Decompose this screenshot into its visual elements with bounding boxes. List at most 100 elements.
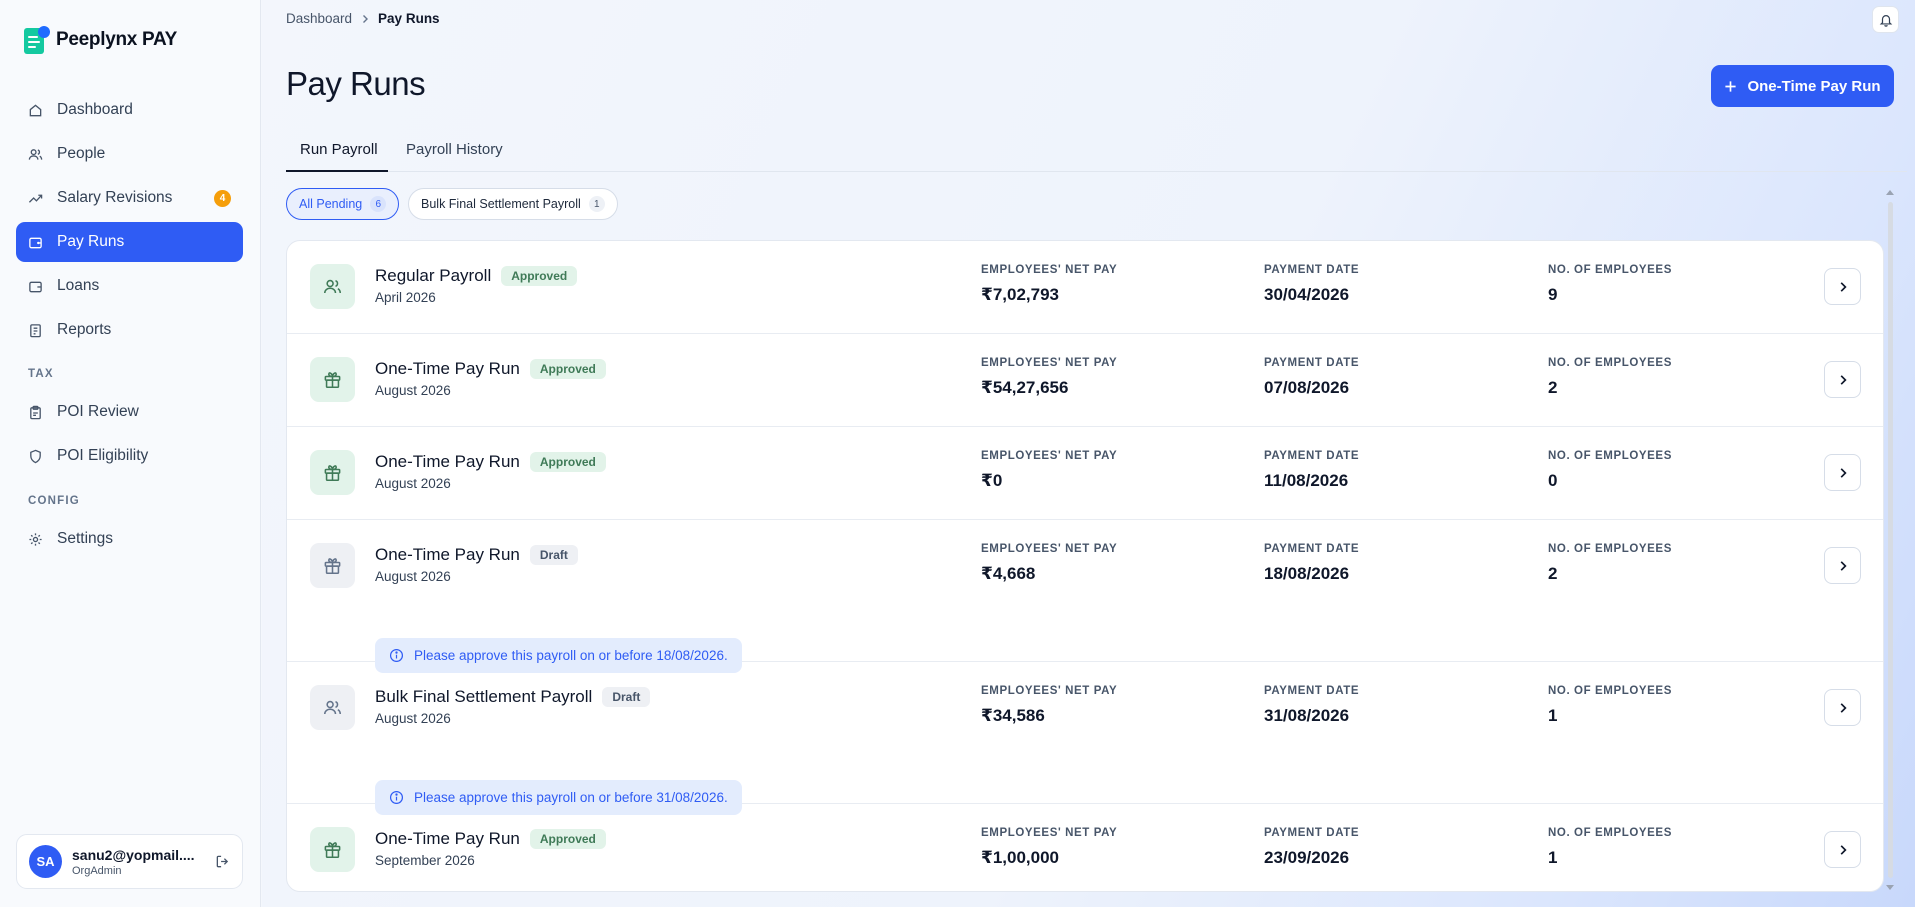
payment-date-column: PAYMENT DATE 31/08/2026 (1264, 685, 1359, 726)
payrun-row[interactable]: Regular Payroll Approved April 2026 EMPL… (287, 241, 1883, 334)
sidebar-item-loans[interactable]: Loans (16, 266, 243, 306)
employees-value: 0 (1548, 471, 1558, 490)
bell-icon (1879, 14, 1892, 27)
payrun-title: One-Time Pay Run Approved (375, 452, 606, 472)
user-info: sanu2@yopmail.... OrgAdmin (72, 847, 200, 877)
shield-icon (30, 449, 41, 463)
notifications-button[interactable] (1872, 6, 1899, 33)
tab-payroll-history[interactable]: Payroll History (406, 141, 503, 158)
sidebar-item-reports[interactable]: Reports (16, 310, 243, 350)
payrun-row[interactable]: Bulk Final Settlement Payroll Draft Augu… (287, 662, 1883, 815)
chevron-right-icon (1840, 702, 1847, 713)
avatar: SA (29, 845, 62, 878)
stat-label: EMPLOYEES' NET PAY (981, 827, 1118, 839)
payrun-row[interactable]: One-Time Pay Run Draft August 2026 EMPLO… (287, 520, 1883, 673)
employees-column: NO. OF EMPLOYEES 0 (1548, 450, 1672, 491)
employees-value: 2 (1548, 564, 1558, 583)
open-payrun-button[interactable] (1824, 361, 1861, 398)
net-pay-value: ₹54,27,656 (981, 378, 1069, 397)
sidebar-item-poi-review[interactable]: POI Review (16, 392, 243, 432)
payrun-row[interactable]: One-Time Pay Run Approved August 2026 EM… (287, 334, 1883, 427)
sidebar-item-people[interactable]: People (16, 134, 243, 174)
payment-date-column: PAYMENT DATE 07/08/2026 (1264, 357, 1359, 398)
net-pay-value: ₹7,02,793 (981, 285, 1060, 304)
payrun-name: One-Time Pay Run (375, 452, 520, 471)
scroll-down-arrow[interactable] (1886, 885, 1894, 890)
status-badge: Approved (529, 829, 606, 849)
filter-all-pending[interactable]: All Pending 6 (286, 188, 400, 220)
payrun-title: One-Time Pay Run Approved (375, 829, 606, 849)
gift-icon (324, 372, 341, 388)
employees-column: NO. OF EMPLOYEES 2 (1548, 357, 1672, 398)
employees-column: NO. OF EMPLOYEES 2 (1548, 543, 1672, 584)
open-payrun-button[interactable] (1824, 831, 1861, 868)
employees-column: NO. OF EMPLOYEES 1 (1548, 685, 1672, 726)
employees-column: NO. OF EMPLOYEES 1 (1548, 827, 1672, 868)
payment-date-column: PAYMENT DATE 18/08/2026 (1264, 543, 1359, 584)
payrun-title: Bulk Final Settlement Payroll Draft (375, 687, 651, 707)
chevron-right-icon (1840, 560, 1847, 571)
status-badge: Approved (529, 452, 606, 472)
payment-date-value: 11/08/2026 (1264, 471, 1349, 490)
filter-label: Bulk Final Settlement Payroll (421, 197, 581, 211)
payrun-name: One-Time Pay Run (375, 829, 520, 848)
sidebar-item-pay-runs[interactable]: Pay Runs (16, 222, 243, 262)
sidebar-item-settings[interactable]: Settings (16, 519, 243, 559)
sidebar: Peeplynx PAY Dashboard People Salary Rev… (0, 0, 261, 907)
chevron-right-icon (1840, 467, 1847, 478)
net-pay-value: ₹34,586 (981, 706, 1045, 725)
sidebar-item-label: POI Review (57, 403, 139, 420)
status-badge: Approved (529, 359, 606, 379)
net-pay-column: EMPLOYEES' NET PAY ₹34,586 (981, 685, 1117, 726)
sidebar-item-dashboard[interactable]: Dashboard (16, 90, 243, 130)
open-payrun-button[interactable] (1824, 454, 1861, 491)
breadcrumb-dashboard-link[interactable]: Dashboard (286, 11, 352, 26)
open-payrun-button[interactable] (1824, 689, 1861, 726)
payrun-title: One-Time Pay Run Approved (375, 359, 606, 379)
tab-run-payroll[interactable]: Run Payroll (300, 141, 378, 158)
payrun-name: One-Time Pay Run (375, 359, 520, 378)
status-badge: Approved (501, 266, 578, 286)
one-time-pay-run-button[interactable]: One-Time Pay Run (1711, 65, 1894, 107)
logout-icon[interactable] (215, 854, 230, 869)
employees-value: 1 (1548, 706, 1558, 725)
sidebar-item-salary-revisions[interactable]: Salary Revisions 4 (16, 178, 243, 218)
stat-label: PAYMENT DATE (1264, 450, 1360, 462)
sidebar-item-label: POI Eligibility (57, 447, 149, 464)
payrun-period: September 2026 (375, 853, 475, 868)
scroll-thumb[interactable] (1888, 202, 1893, 878)
open-payrun-button[interactable] (1824, 268, 1861, 305)
stat-label: NO. OF EMPLOYEES (1548, 543, 1672, 555)
active-tab-indicator (286, 170, 388, 172)
sidebar-item-poi-eligibility[interactable]: POI Eligibility (16, 436, 243, 476)
filter-bulk-final-settlement[interactable]: Bulk Final Settlement Payroll 1 (408, 188, 618, 220)
brand[interactable]: Peeplynx PAY (24, 26, 177, 54)
payrun-icon (310, 543, 355, 588)
payrun-title: One-Time Pay Run Draft (375, 545, 578, 565)
user-card[interactable]: SA sanu2@yopmail.... OrgAdmin (16, 834, 243, 889)
payrun-row[interactable]: One-Time Pay Run Approved August 2026 EM… (287, 427, 1883, 520)
list-scrollbar[interactable] (1886, 190, 1894, 890)
payrun-row[interactable]: One-Time Pay Run Approved September 2026… (287, 804, 1883, 891)
scroll-up-arrow[interactable] (1886, 190, 1894, 195)
stat-label: NO. OF EMPLOYEES (1548, 827, 1672, 839)
report-icon (30, 323, 41, 337)
payrun-icon (310, 264, 355, 309)
chevron-right-icon (1840, 844, 1847, 855)
stat-label: EMPLOYEES' NET PAY (981, 685, 1118, 697)
payrun-name: Bulk Final Settlement Payroll (375, 687, 593, 706)
clipboard-icon (30, 405, 41, 419)
payment-date-column: PAYMENT DATE 23/09/2026 (1264, 827, 1359, 868)
stat-label: PAYMENT DATE (1264, 827, 1360, 839)
home-icon (29, 103, 42, 116)
gift-icon (324, 465, 341, 481)
net-pay-column: EMPLOYEES' NET PAY ₹1,00,000 (981, 827, 1117, 868)
employees-column: NO. OF EMPLOYEES 9 (1548, 264, 1672, 305)
employees-value: 2 (1548, 378, 1558, 397)
gift-icon (324, 842, 341, 858)
wallet-icon (29, 237, 42, 248)
button-label: One-Time Pay Run (1747, 77, 1881, 95)
filter-count: 6 (370, 196, 387, 212)
gift-icon (324, 558, 341, 574)
open-payrun-button[interactable] (1824, 547, 1861, 584)
